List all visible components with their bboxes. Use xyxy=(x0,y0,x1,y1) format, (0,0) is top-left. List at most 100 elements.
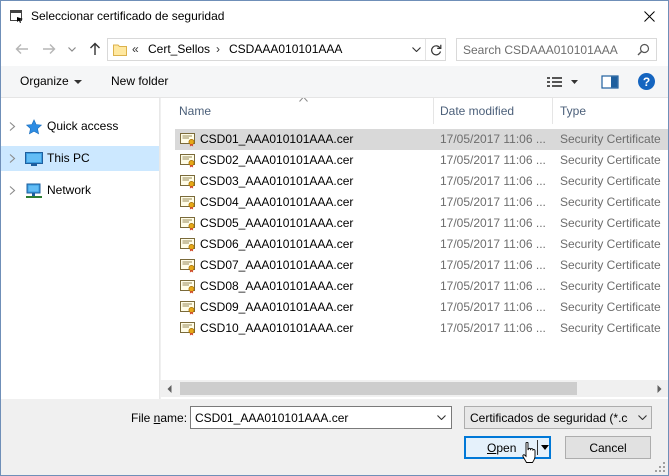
column-divider[interactable] xyxy=(552,98,553,124)
chevron-down-icon xyxy=(436,415,446,420)
refresh-icon xyxy=(430,44,441,55)
search-input[interactable] xyxy=(463,42,628,57)
help-button[interactable]: ? xyxy=(638,73,655,90)
file-name: CSD10_AAA010101AAA.cer xyxy=(200,321,354,335)
file-name-input[interactable] xyxy=(195,410,425,425)
resize-grip-icon[interactable] xyxy=(654,461,666,473)
scroll-right-button[interactable] xyxy=(651,380,668,397)
file-date-modified: 17/05/2017 11:06 ... xyxy=(440,216,546,230)
certificate-file-icon xyxy=(180,237,196,252)
search-box[interactable] xyxy=(456,38,657,61)
column-header-date-modified[interactable]: Date modified xyxy=(434,98,552,124)
file-type: Security Certificate xyxy=(560,195,661,209)
file-name-combobox[interactable] xyxy=(190,406,452,429)
file-type: Security Certificate xyxy=(560,174,661,188)
breadcrumb-current-folder[interactable]: CSDAAA010101AAA xyxy=(229,42,342,56)
file-row[interactable]: CSD06_AAA010101AAA.cer 17/05/2017 11:06 .… xyxy=(175,234,668,255)
horizontal-scrollbar[interactable] xyxy=(161,380,668,397)
details-view-icon xyxy=(547,77,578,87)
folder-icon xyxy=(113,44,127,56)
breadcrumb-cert-sellos[interactable]: Cert_Sellos xyxy=(148,42,210,56)
file-name: CSD05_AAA010101AAA.cer xyxy=(200,216,354,230)
file-type: Security Certificate xyxy=(560,321,661,335)
nav-item-this-pc[interactable]: This PC xyxy=(1,146,159,171)
address-dropdown-button[interactable] xyxy=(408,39,424,60)
up-arrow-icon xyxy=(90,42,100,55)
file-name: CSD06_AAA010101AAA.cer xyxy=(200,237,354,251)
file-type: Security Certificate xyxy=(560,258,661,272)
preview-pane-button[interactable] xyxy=(601,74,619,90)
chevron-down-icon xyxy=(637,415,647,420)
address-bar[interactable]: « Cert_Sellos › CSDAAA010101AAA xyxy=(107,38,446,61)
forward-button[interactable] xyxy=(40,40,58,58)
file-type-dropdown-button[interactable] xyxy=(633,407,651,428)
dialog-app-icon xyxy=(10,10,23,23)
command-bar: Organize New folder ? xyxy=(1,66,668,98)
file-row[interactable]: CSD07_AAA010101AAA.cer 17/05/2017 11:06 .… xyxy=(175,255,668,276)
split-divider xyxy=(537,440,538,455)
chevron-right-icon[interactable] xyxy=(9,186,16,195)
up-button[interactable] xyxy=(86,40,104,58)
file-date-modified: 17/05/2017 11:06 ... xyxy=(440,153,546,167)
navigation-pane: Quick access This PC Network xyxy=(1,98,160,399)
open-options-dropdown[interactable] xyxy=(539,437,550,458)
certificate-file-icon xyxy=(180,258,196,273)
chevron-down-icon xyxy=(411,47,421,52)
cancel-label: Cancel xyxy=(589,441,627,455)
file-row[interactable]: CSD09_AAA010101AAA.cer 17/05/2017 11:06 .… xyxy=(175,297,668,318)
dialog-footer: File name: Certificados de seguridad (*.… xyxy=(1,399,668,475)
nav-item-quick-access[interactable]: Quick access xyxy=(1,114,159,139)
file-row[interactable]: CSD08_AAA010101AAA.cer 17/05/2017 11:06 .… xyxy=(175,276,668,297)
certificate-file-icon xyxy=(180,216,196,231)
file-type: Security Certificate xyxy=(560,216,661,230)
file-name: CSD02_AAA010101AAA.cer xyxy=(200,153,354,167)
file-name: CSD07_AAA010101AAA.cer xyxy=(200,258,354,272)
chevron-right-icon[interactable] xyxy=(9,154,16,163)
scroll-left-button[interactable] xyxy=(161,380,178,397)
column-header-name[interactable]: Name xyxy=(173,98,433,124)
window-title: Seleccionar certificado de seguridad xyxy=(31,9,225,23)
nav-item-network[interactable]: Network xyxy=(1,178,159,203)
file-row[interactable]: CSD03_AAA010101AAA.cer 17/05/2017 11:06 .… xyxy=(175,171,668,192)
change-view-button[interactable] xyxy=(546,74,582,90)
chevron-right-icon[interactable] xyxy=(9,122,16,131)
file-name: CSD08_AAA010101AAA.cer xyxy=(200,279,354,293)
network-icon xyxy=(26,183,42,198)
file-type: Security Certificate xyxy=(560,300,661,314)
file-row[interactable]: CSD05_AAA010101AAA.cer 17/05/2017 11:06 .… xyxy=(175,213,668,234)
certificate-file-icon xyxy=(180,153,196,168)
certificate-file-icon xyxy=(180,321,196,336)
file-row[interactable]: CSD04_AAA010101AAA.cer 17/05/2017 11:06 .… xyxy=(175,192,668,213)
search-icon xyxy=(637,43,650,56)
file-row[interactable]: CSD02_AAA010101AAA.cer 17/05/2017 11:06 .… xyxy=(175,150,668,171)
title-bar: Seleccionar certificado de seguridad xyxy=(1,1,668,32)
column-header-type[interactable]: Type xyxy=(554,98,668,124)
open-label: Open xyxy=(487,441,517,455)
preview-pane-icon xyxy=(601,75,619,89)
file-date-modified: 17/05/2017 11:06 ... xyxy=(440,237,546,251)
organize-button[interactable]: Organize xyxy=(20,74,82,88)
breadcrumb-separator[interactable]: › xyxy=(216,42,220,56)
cancel-button[interactable]: Cancel xyxy=(565,436,651,459)
file-date-modified: 17/05/2017 11:06 ... xyxy=(440,258,546,272)
breadcrumb-overflow[interactable]: « xyxy=(132,42,139,56)
close-button[interactable] xyxy=(638,6,660,26)
file-type: Security Certificate xyxy=(560,132,661,146)
certificate-file-icon xyxy=(180,195,196,210)
file-type-filter-value: Certificados de seguridad (*.cer xyxy=(470,411,628,425)
file-name-label: File name: xyxy=(131,411,188,425)
file-type-filter[interactable]: Certificados de seguridad (*.cer xyxy=(464,406,652,429)
file-row[interactable]: CSD10_AAA010101AAA.cer 17/05/2017 11:06 .… xyxy=(175,318,668,339)
refresh-button[interactable] xyxy=(425,39,445,60)
open-button[interactable]: Open xyxy=(464,436,551,459)
file-name-dropdown-button[interactable] xyxy=(431,407,451,428)
recent-locations-button[interactable] xyxy=(66,40,78,58)
back-button[interactable] xyxy=(13,40,31,58)
file-date-modified: 17/05/2017 11:06 ... xyxy=(440,132,546,146)
file-name: CSD03_AAA010101AAA.cer xyxy=(200,174,354,188)
star-icon xyxy=(25,119,43,135)
scrollbar-thumb[interactable] xyxy=(180,382,577,395)
new-folder-button[interactable]: New folder xyxy=(111,74,168,88)
scroll-left-icon xyxy=(167,384,172,393)
file-row[interactable]: CSD01_AAA010101AAA.cer 17/05/2017 11:06 .… xyxy=(175,129,668,150)
